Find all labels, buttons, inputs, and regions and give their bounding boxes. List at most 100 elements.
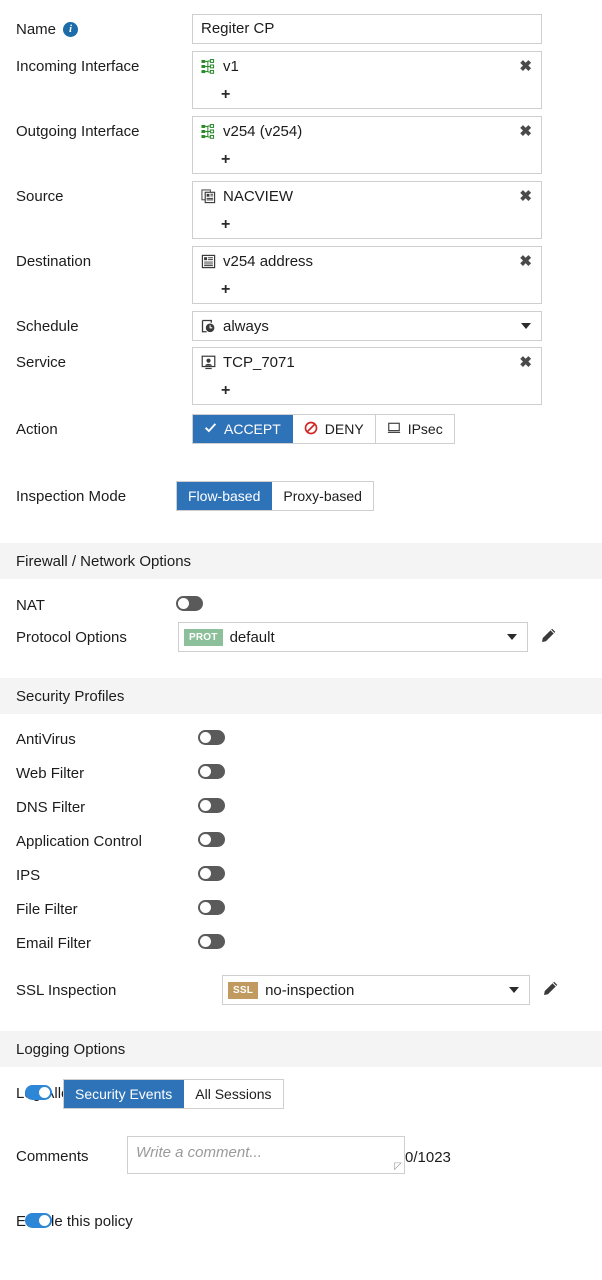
list-item[interactable]: v1 ✖ — [193, 52, 541, 81]
add-source-button[interactable]: + — [193, 211, 541, 238]
inspection-mode-flow-based-button[interactable]: Flow-based — [177, 482, 273, 510]
schedule-value: always — [223, 317, 269, 335]
email-filter-toggle[interactable] — [198, 934, 225, 949]
source-box[interactable]: NACVIEW ✖ + — [192, 181, 542, 239]
application-control-row: Application Control — [0, 818, 602, 852]
file-filter-toggle[interactable] — [198, 900, 225, 915]
incoming-interface-label: Incoming Interface — [16, 58, 140, 75]
inspection-mode-proxy-based-button[interactable]: Proxy-based — [272, 482, 373, 510]
chevron-down-icon[interactable] — [509, 987, 519, 993]
chevron-down-icon[interactable] — [507, 634, 517, 640]
log-allowed-traffic-row: Log Allowed Traffic Security Events All … — [0, 1067, 602, 1109]
antivirus-label: AntiVirus — [16, 731, 76, 748]
log-allowed-traffic-toggle[interactable] — [25, 1085, 52, 1100]
ips-toggle[interactable] — [198, 866, 225, 881]
protocol-options-label: Protocol Options — [16, 629, 127, 646]
schedule-clock-icon — [201, 319, 216, 334]
list-item[interactable]: v254 address ✖ — [193, 247, 541, 276]
name-input[interactable]: Regiter CP — [192, 14, 542, 44]
add-incoming-interface-button[interactable]: + — [193, 81, 541, 108]
list-item[interactable]: v254 (v254) ✖ — [193, 117, 541, 146]
destination-box[interactable]: v254 address ✖ + — [192, 246, 542, 304]
list-item[interactable]: TCP_7071 ✖ — [193, 348, 541, 377]
action-deny-label: DENY — [324, 421, 364, 437]
nat-label: NAT — [16, 597, 45, 614]
section-header-security-profiles: Security Profiles — [0, 678, 602, 714]
add-service-button[interactable]: + — [193, 377, 541, 404]
comments-field-wrap: Write a comment... ◹ 0/1023 — [127, 1136, 451, 1174]
dns-filter-label: DNS Filter — [16, 799, 86, 816]
schedule-row: Schedule always — [0, 304, 602, 341]
section-header-firewall-network-options: Firewall / Network Options — [0, 543, 602, 579]
resize-handle-icon[interactable]: ◹ — [394, 1161, 402, 1172]
info-icon[interactable]: i — [63, 22, 79, 37]
protocol-options-edit-button[interactable] — [540, 622, 557, 649]
action-deny-button[interactable]: DENY — [292, 415, 376, 443]
dns-filter-row: DNS Filter — [0, 784, 602, 818]
enable-policy-row: Enable this policy — [16, 1213, 133, 1230]
add-outgoing-interface-button[interactable]: + — [193, 146, 541, 173]
application-control-toggle[interactable] — [198, 832, 225, 847]
list-item-label: NACVIEW — [223, 188, 294, 205]
remove-icon[interactable]: ✖ — [516, 355, 535, 370]
ssl-badge: SSL — [228, 981, 259, 999]
antivirus-toggle[interactable] — [198, 730, 225, 745]
ssl-inspection-edit-button[interactable] — [542, 975, 559, 1002]
action-accept-label: ACCEPT — [224, 421, 281, 437]
remove-icon[interactable]: ✖ — [516, 189, 535, 204]
comments-input[interactable]: Write a comment... ◹ — [127, 1136, 405, 1174]
list-item-label: v1 — [223, 58, 239, 75]
nat-toggle[interactable] — [176, 596, 203, 611]
incoming-interface-box[interactable]: v1 ✖ + — [192, 51, 542, 109]
list-item[interactable]: NACVIEW ✖ — [193, 182, 541, 211]
service-icon — [201, 355, 216, 370]
remove-icon[interactable]: ✖ — [516, 59, 535, 74]
protocol-options-select[interactable]: PROT default — [178, 622, 528, 652]
comments-placeholder: Write a comment... — [136, 1144, 262, 1161]
ssl-inspection-select[interactable]: SSL no-inspection — [222, 975, 530, 1005]
add-destination-button[interactable]: + — [193, 276, 541, 303]
firewall-policy-form: Name i Regiter CP Incoming Interface v1 … — [0, 0, 602, 1280]
comments-row: Comments Write a comment... ◹ 0/1023 — [0, 1109, 602, 1174]
remove-icon[interactable]: ✖ — [516, 124, 535, 139]
vlan-interface-icon — [201, 59, 216, 74]
chevron-down-icon[interactable] — [521, 323, 531, 329]
web-filter-toggle[interactable] — [198, 764, 225, 779]
enable-policy-toggle[interactable] — [25, 1213, 52, 1228]
plus-icon: + — [221, 150, 231, 168]
plus-icon: + — [221, 280, 231, 298]
log-all-sessions-button[interactable]: All Sessions — [184, 1080, 283, 1108]
action-accept-button[interactable]: ACCEPT — [193, 415, 293, 443]
comments-counter: 0/1023 — [405, 1149, 451, 1166]
name-label: Name i — [16, 14, 192, 39]
log-security-events-button[interactable]: Security Events — [64, 1080, 185, 1108]
ssl-inspection-value: no-inspection — [265, 981, 355, 999]
antivirus-row: AntiVirus — [0, 714, 602, 750]
prot-badge: PROT — [184, 628, 223, 646]
outgoing-interface-row: Outgoing Interface v254 (v254) ✖ + — [0, 109, 602, 174]
outgoing-interface-label: Outgoing Interface — [16, 123, 140, 140]
ips-row: IPS — [0, 852, 602, 886]
schedule-select[interactable]: always — [192, 311, 542, 341]
name-value: Regiter CP — [201, 20, 275, 37]
list-item-label: TCP_7071 — [223, 354, 295, 371]
destination-label: Destination — [16, 253, 92, 270]
schedule-label: Schedule — [16, 318, 79, 335]
dns-filter-toggle[interactable] — [198, 798, 225, 813]
protocol-options-value: default — [229, 628, 275, 646]
action-ipsec-button[interactable]: IPsec — [375, 415, 454, 443]
action-label: Action — [16, 421, 58, 438]
web-filter-row: Web Filter — [0, 750, 602, 784]
section-header-logging-options: Logging Options — [0, 1031, 602, 1067]
application-control-label: Application Control — [16, 833, 142, 850]
protocol-options-row: Protocol Options PROT default — [0, 616, 602, 652]
log-traffic-segmented-control: Security Events All Sessions — [63, 1079, 284, 1109]
remove-icon[interactable]: ✖ — [516, 254, 535, 269]
service-box[interactable]: TCP_7071 ✖ + — [192, 347, 542, 405]
plus-icon: + — [221, 381, 231, 399]
ips-label: IPS — [16, 867, 41, 884]
address-icon — [201, 254, 216, 269]
email-filter-label: Email Filter — [16, 935, 92, 952]
outgoing-interface-box[interactable]: v254 (v254) ✖ + — [192, 116, 542, 174]
action-ipsec-label: IPsec — [407, 421, 443, 437]
